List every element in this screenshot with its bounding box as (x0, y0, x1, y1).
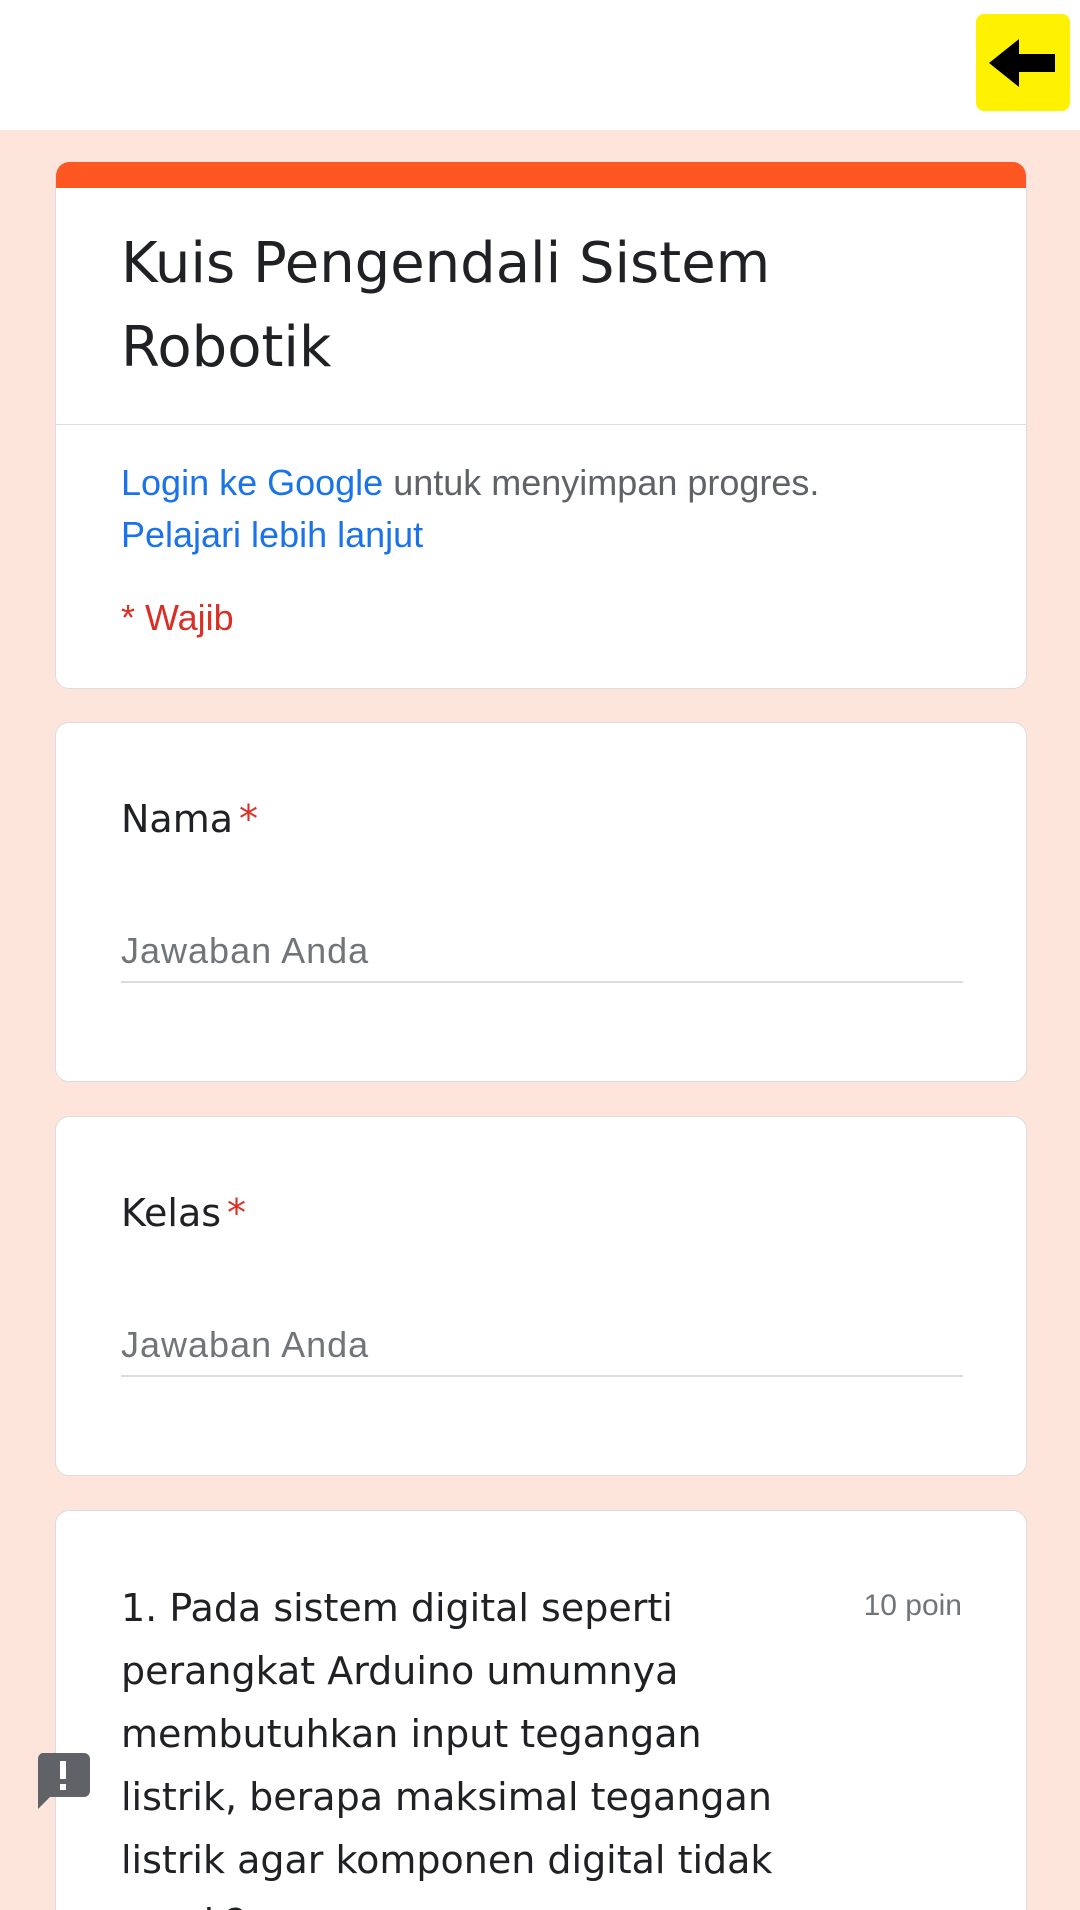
question-card-nama: Nama * (55, 722, 1027, 1082)
feedback-icon (37, 1753, 90, 1809)
points-label: 10 poin (863, 1589, 962, 1622)
form-header-card: Kuis Pengendali Sistem Robotik Login ke … (55, 162, 1027, 689)
form-title: Kuis Pengendali Sistem Robotik (121, 231, 771, 380)
required-asterisk: * (227, 1191, 247, 1235)
kelas-input[interactable] (121, 1315, 963, 1377)
question-card-1: 1. Pada sistem digital seperti perangkat… (55, 1510, 1027, 1910)
arrow-left-icon (989, 38, 1055, 87)
login-notice: Login ke Google untuk menyimpan progres.… (121, 457, 981, 561)
question-text: 1. Pada sistem digital seperti perangkat… (121, 1586, 773, 1910)
back-button[interactable] (976, 14, 1070, 111)
login-notice-text: untuk menyimpan progres. (383, 462, 820, 503)
header-divider (56, 424, 1026, 425)
feedback-button[interactable] (36, 1753, 90, 1809)
question-label: Kelas * (121, 1183, 246, 1243)
accent-bar (56, 162, 1026, 188)
login-link[interactable]: Login ke Google (121, 462, 383, 503)
question-title: Nama (121, 797, 234, 841)
learn-more-link[interactable]: Pelajari lebih lanjut (121, 514, 423, 555)
required-note: * Wajib (121, 597, 234, 638)
name-input[interactable] (121, 921, 963, 983)
top-bar (0, 0, 1080, 130)
question-title: Kelas (121, 1191, 222, 1235)
required-asterisk: * (239, 797, 259, 841)
question-label: Nama * (121, 789, 258, 849)
question-card-kelas: Kelas * (55, 1116, 1027, 1476)
